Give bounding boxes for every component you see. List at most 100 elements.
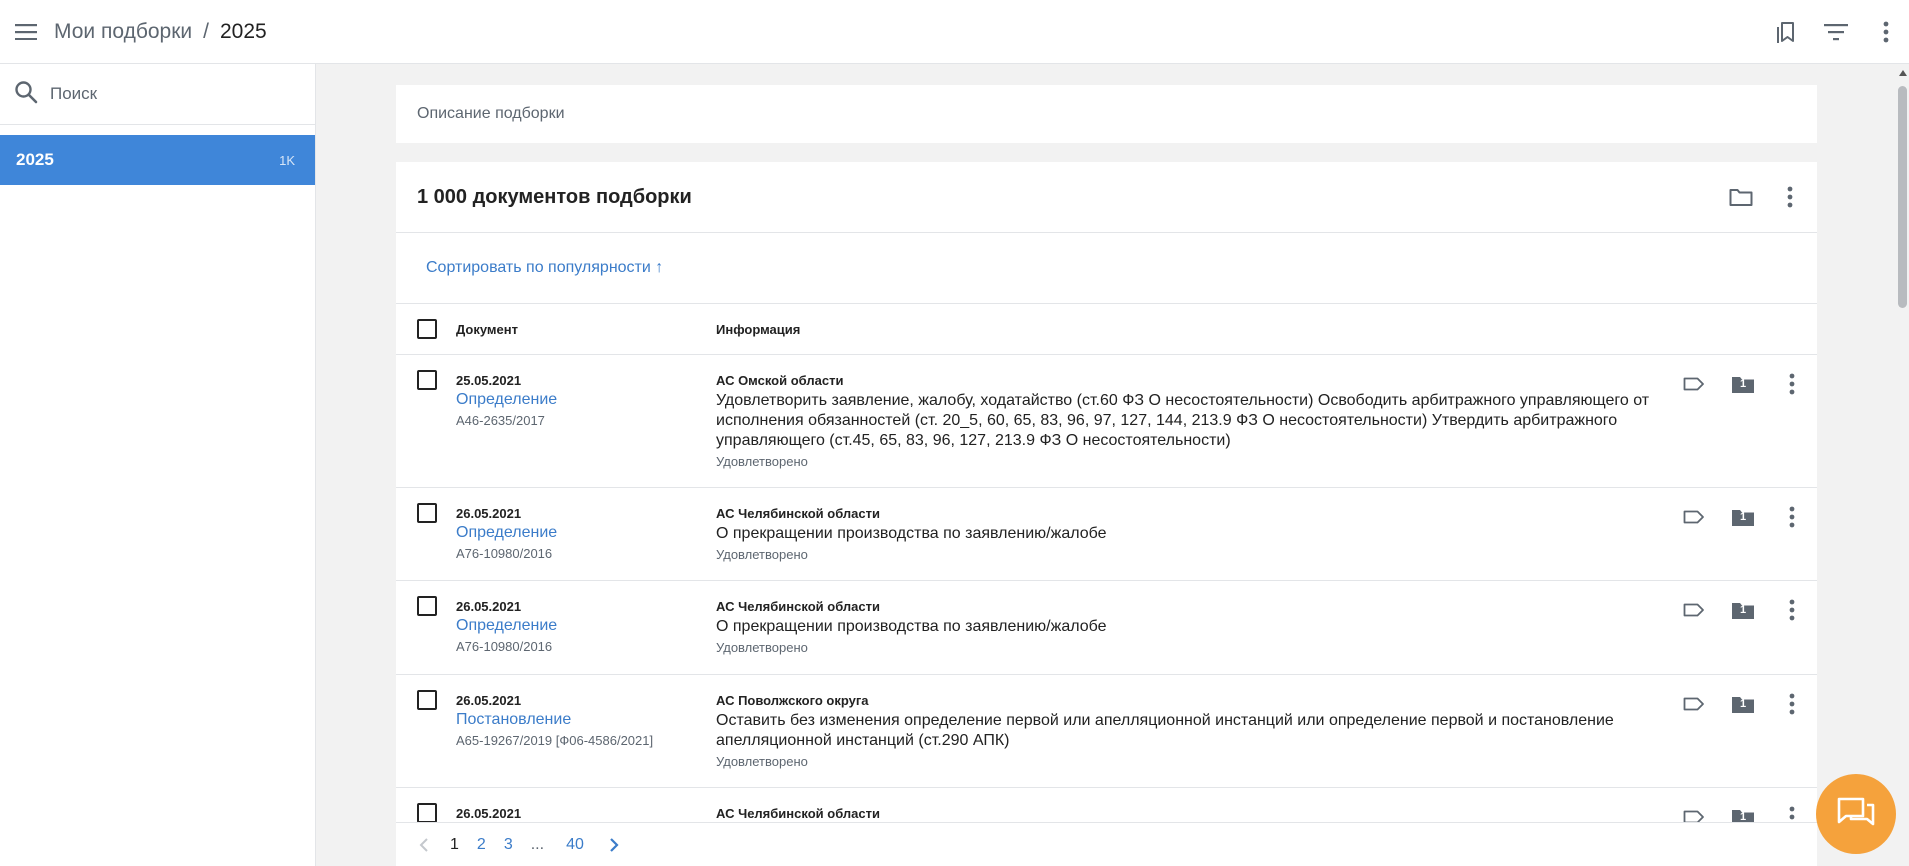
scroll-up-arrow-icon[interactable] — [1899, 70, 1907, 76]
page-40[interactable]: 40 — [566, 836, 584, 854]
sidebar-item-count: 1K — [279, 152, 295, 168]
breadcrumb-parent[interactable]: Мои подборки — [54, 20, 192, 44]
collection-description[interactable]: Описание подборки — [396, 85, 1817, 143]
sort-row: Сортировать по популярности ↑ — [396, 233, 1817, 304]
row-description: О прекращении производства по заявлению/… — [716, 618, 1107, 635]
row-case-number: А76-10980/2016 — [456, 639, 553, 654]
row-description: Удовлетворить заявление, жалобу, ходатай… — [716, 392, 1650, 449]
folder-badge-icon[interactable]: 1 — [1728, 369, 1758, 399]
chat-icon — [1836, 796, 1876, 833]
tag-icon[interactable] — [1679, 369, 1709, 399]
folder-icon[interactable] — [1726, 182, 1756, 212]
row-checkbox[interactable] — [417, 596, 437, 616]
more-vertical-icon[interactable] — [1775, 182, 1805, 212]
prev-page-icon[interactable] — [414, 835, 434, 855]
page-1[interactable]: 1 — [450, 836, 459, 854]
main-content: Описание подборки 1 000 документов подбо… — [316, 64, 1896, 866]
page-3[interactable]: 3 — [504, 836, 513, 854]
scrollbar[interactable] — [1896, 64, 1909, 866]
more-vertical-icon[interactable] — [1777, 595, 1807, 625]
row-case-number: А46-2635/2017 — [456, 413, 545, 428]
page-2[interactable]: 2 — [477, 836, 486, 854]
row-actions: 1 — [1679, 689, 1807, 719]
sidebar-item-2025[interactable]: 2025 1K — [0, 135, 315, 185]
more-vertical-icon[interactable] — [1871, 17, 1901, 47]
row-document-link[interactable]: Определение — [456, 617, 557, 635]
menu-icon[interactable] — [13, 19, 39, 45]
row-checkbox[interactable] — [417, 690, 437, 710]
folder-badge-count: 1 — [1739, 511, 1747, 523]
row-description: Оставить без изменения определение перво… — [716, 712, 1614, 749]
table-header: Документ Информация — [396, 304, 1817, 355]
folder-badge-count: 1 — [1739, 698, 1747, 710]
row-info: О прекращении производства по заявлению/… — [716, 617, 1661, 658]
row-checkbox[interactable] — [417, 370, 437, 390]
breadcrumb-separator: / — [203, 19, 209, 43]
column-header-document: Документ — [456, 322, 518, 337]
documents-title: 1 000 документов подборки — [417, 185, 692, 208]
table-row: 26.05.2021 Определение А76-10980/2016 АС… — [396, 581, 1817, 675]
folder-badge-icon[interactable]: 1 — [1728, 502, 1758, 532]
row-court: АС Челябинской области — [716, 599, 880, 614]
table-row: 26.05.2021 Постановление А65-19267/2019 … — [396, 675, 1817, 788]
page-ellipsis: ... — [530, 835, 545, 853]
more-vertical-icon[interactable] — [1777, 502, 1807, 532]
select-all-checkbox[interactable] — [417, 319, 437, 339]
search-input[interactable] — [50, 84, 290, 104]
row-court: АС Челябинской области — [716, 506, 880, 521]
row-info: Оставить без изменения определение перво… — [716, 711, 1661, 772]
row-document-link[interactable]: Постановление — [456, 711, 571, 729]
row-actions: 1 — [1679, 595, 1807, 625]
row-status: Удовлетворено — [716, 754, 808, 769]
row-description: О прекращении производства по заявлению/… — [716, 525, 1107, 542]
more-vertical-icon[interactable] — [1777, 369, 1807, 399]
header-actions — [1771, 0, 1909, 64]
breadcrumb: Мои подборки / 2025 — [54, 20, 267, 44]
folder-badge-count: 1 — [1739, 378, 1747, 390]
scroll-thumb[interactable] — [1898, 86, 1907, 308]
table-row: 26.05.2021 Определение А76-10980/2016 АС… — [396, 488, 1817, 581]
row-case-number: А65-19267/2019 [Ф06-4586/2021] — [456, 733, 654, 748]
row-status: Удовлетворено — [716, 454, 808, 469]
row-checkbox[interactable] — [417, 503, 437, 523]
documents-header: 1 000 документов подборки — [396, 162, 1817, 233]
breadcrumb-current: 2025 — [219, 19, 267, 43]
row-date: 26.05.2021 — [456, 599, 522, 614]
row-case-number: А76-10980/2016 — [456, 546, 553, 561]
row-status: Удовлетворено — [716, 640, 808, 655]
sidebar: 2025 1K — [0, 64, 316, 866]
row-status: Удовлетворено — [716, 547, 808, 562]
folder-badge-count: 1 — [1739, 604, 1747, 616]
row-info: О прекращении производства по заявлению/… — [716, 524, 1661, 565]
row-date: 25.05.2021 — [456, 373, 522, 388]
row-info: Удовлетворить заявление, жалобу, ходатай… — [716, 391, 1661, 472]
folder-badge-icon[interactable]: 1 — [1728, 595, 1758, 625]
app-header: Мои подборки / 2025 — [0, 0, 1909, 64]
row-document-link[interactable]: Определение — [456, 391, 557, 409]
documents-header-actions — [1726, 182, 1805, 212]
row-court: АС Челябинской области — [716, 806, 880, 821]
sidebar-item-label: 2025 — [16, 150, 54, 169]
tag-icon[interactable] — [1679, 595, 1709, 625]
tag-icon[interactable] — [1679, 502, 1709, 532]
folder-badge-icon[interactable]: 1 — [1728, 689, 1758, 719]
row-actions: 1 — [1679, 369, 1807, 399]
tag-icon[interactable] — [1679, 689, 1709, 719]
row-date: 26.05.2021 — [456, 506, 522, 521]
documents-card: 1 000 документов подборки Сортировать по… — [396, 162, 1817, 866]
pagination: 1 2 3 ... 40 — [396, 822, 1817, 866]
sort-by-popularity-link[interactable]: Сортировать по популярности ↑ — [426, 259, 663, 277]
filter-icon[interactable] — [1821, 17, 1851, 47]
more-vertical-icon[interactable] — [1777, 689, 1807, 719]
row-document-link[interactable]: Определение — [456, 524, 557, 542]
bookmarks-icon[interactable] — [1771, 17, 1801, 47]
next-page-icon[interactable] — [604, 835, 624, 855]
row-court: АС Поволжского округа — [716, 693, 869, 708]
row-actions: 1 — [1679, 502, 1807, 532]
sidebar-search — [0, 64, 315, 125]
row-checkbox[interactable] — [417, 803, 437, 823]
search-icon — [14, 80, 38, 109]
chat-button[interactable] — [1816, 774, 1896, 854]
row-date: 26.05.2021 — [456, 806, 522, 821]
column-header-info: Информация — [716, 322, 801, 337]
